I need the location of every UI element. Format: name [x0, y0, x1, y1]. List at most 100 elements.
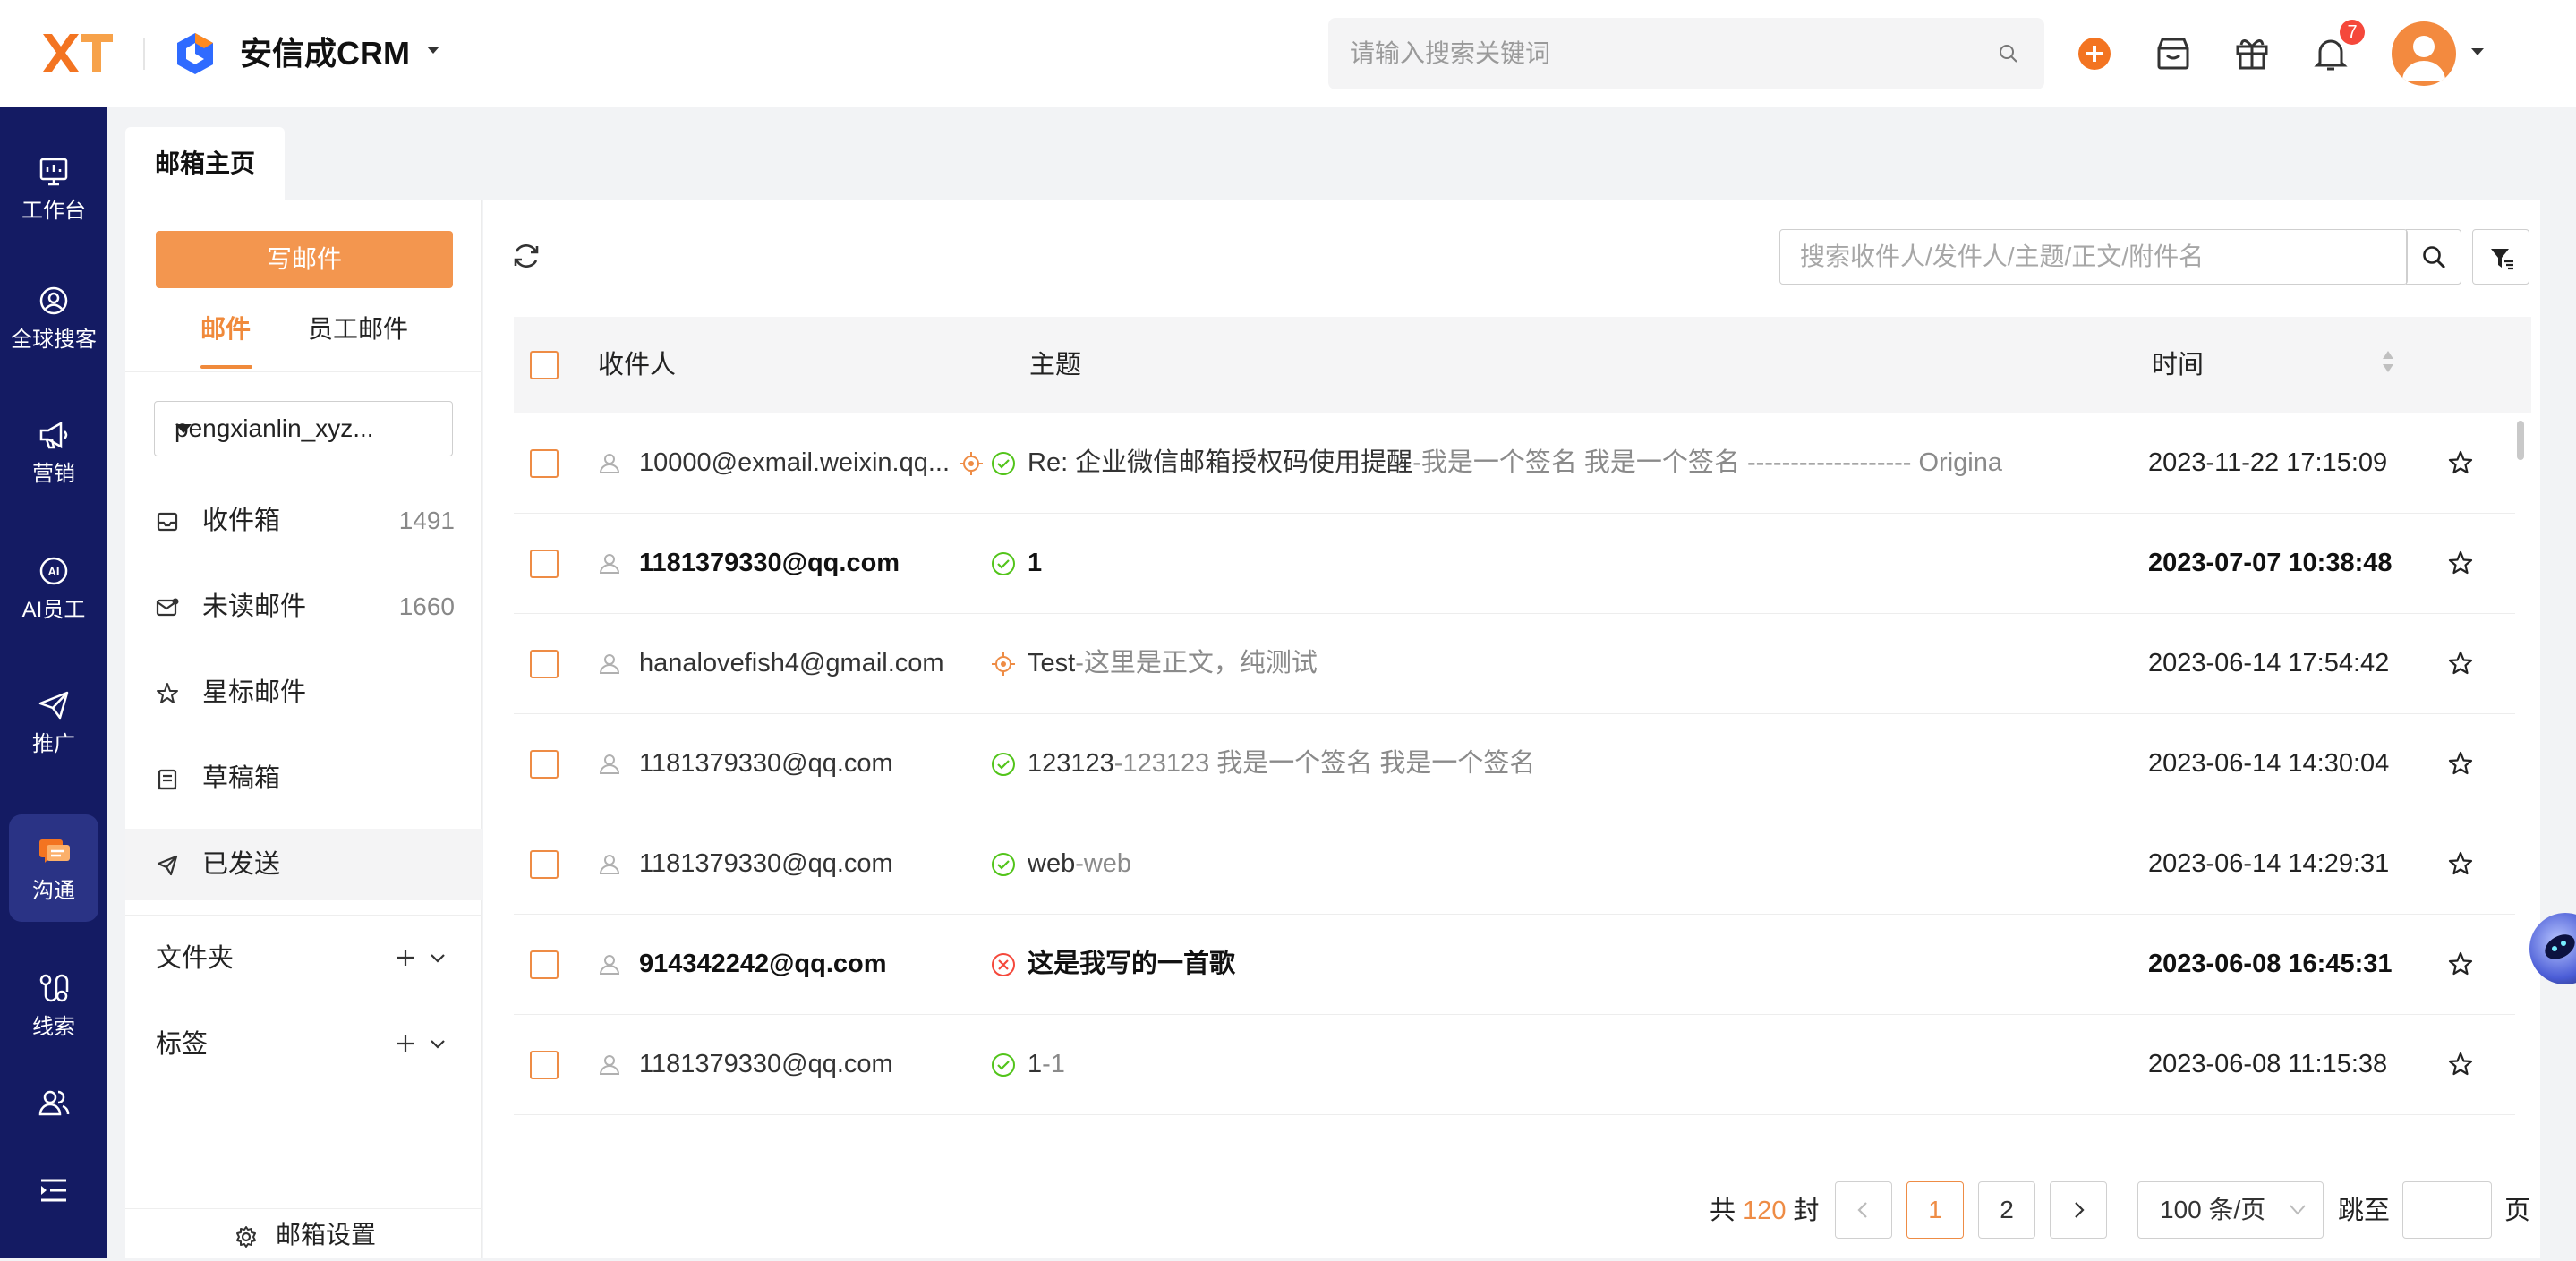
page-button-2[interactable]: 2	[1978, 1181, 2035, 1239]
subject-preview: -我是一个签名 我是一个签名 ------------------- Origi…	[1412, 448, 2002, 477]
mail-search-button[interactable]	[2406, 229, 2461, 285]
subtab-mail[interactable]: 邮件	[200, 311, 251, 347]
nav-item-marketing[interactable]: 营销	[9, 397, 98, 505]
tab-mailbox-home[interactable]: 邮箱主页	[125, 127, 285, 200]
mailbox-settings[interactable]: 邮箱设置	[125, 1208, 482, 1260]
chat-icon	[36, 834, 72, 870]
group-label: 文件夹	[156, 944, 235, 973]
xt-logo[interactable]	[39, 30, 115, 75]
folder-unread[interactable]: 未读邮件 1660	[125, 571, 482, 643]
search-user-icon	[36, 283, 72, 319]
nav-item-team[interactable]	[9, 1065, 98, 1146]
subject-preview: -web	[1075, 849, 1132, 878]
star-icon[interactable]	[2447, 550, 2474, 576]
folder-count: 1491	[398, 507, 455, 534]
refresh-icon[interactable]	[510, 240, 542, 272]
star-icon[interactable]	[2447, 650, 2474, 677]
column-recipient[interactable]: 收件人	[598, 317, 676, 413]
monitor-icon	[36, 154, 72, 190]
column-time[interactable]: 时间	[2152, 317, 2204, 413]
star-icon[interactable]	[2447, 1051, 2474, 1078]
row-subject: web-web	[1028, 814, 2048, 913]
folder-label: 草稿箱	[202, 764, 281, 793]
account-select[interactable]: pengxianlin_xyz...	[154, 401, 453, 456]
mail-search-input[interactable]	[1800, 230, 2373, 284]
settings-label: 邮箱设置	[276, 1221, 377, 1248]
folder-inbox[interactable]: 收件箱 1491	[125, 485, 482, 557]
table-header: 收件人 主题 时间	[514, 317, 2531, 413]
folder-drafts[interactable]: 草稿箱	[125, 743, 482, 814]
star-icon[interactable]	[2447, 950, 2474, 977]
nav-item-global-search[interactable]: 全球搜客	[9, 263, 98, 371]
nav-item-communication[interactable]: 沟通	[9, 814, 98, 922]
table-row[interactable]: 1181379330@qq.com 1 2023-07-07 10:38:48	[514, 514, 2515, 614]
row-time: 2023-06-08 11:15:38	[2148, 1050, 2388, 1078]
folder-label: 星标邮件	[202, 678, 307, 707]
search-icon[interactable]	[1998, 43, 2019, 64]
page-button-1[interactable]: 1	[1906, 1181, 1964, 1239]
sort-icon[interactable]	[2381, 349, 2395, 374]
row-checkbox[interactable]	[530, 850, 559, 879]
send-failed-icon	[990, 951, 1017, 978]
nav-item-promotion[interactable]: 推广	[9, 668, 98, 775]
plus-icon[interactable]	[396, 1034, 415, 1053]
table-row[interactable]: 1181379330@qq.com 1-1 2023-06-08 11:15:3…	[514, 1015, 2515, 1115]
sent-success-icon	[990, 1052, 1017, 1078]
row-checkbox[interactable]	[530, 1051, 559, 1079]
nav-item-collapse[interactable]	[9, 1153, 98, 1233]
sent-icon	[156, 854, 179, 877]
nav-item-leads[interactable]: 线索	[9, 950, 98, 1058]
row-checkbox[interactable]	[530, 550, 559, 578]
chevron-down-icon[interactable]	[2470, 47, 2485, 57]
row-checkbox[interactable]	[530, 750, 559, 779]
scrollbar-thumb[interactable]	[2517, 421, 2524, 460]
group-folders[interactable]: 文件夹	[125, 927, 482, 990]
nav-item-workbench[interactable]: 工作台	[9, 134, 98, 242]
plus-icon[interactable]	[396, 948, 415, 967]
row-subject: Re: 企业微信邮箱授权码使用提醒-我是一个签名 我是一个签名 --------…	[1028, 413, 2048, 512]
nav-label: 营销	[32, 462, 75, 486]
prev-page-button[interactable]	[1835, 1181, 1892, 1239]
table-row[interactable]: 914342242@qq.com 这是我写的一首歌 2023-06-08 16:…	[514, 915, 2515, 1015]
chevron-down-icon[interactable]	[426, 45, 440, 55]
table-row[interactable]: 1181379330@qq.com 123123-123123 我是一个签名 我…	[514, 714, 2515, 814]
column-subject[interactable]: 主题	[1029, 317, 1081, 413]
global-search-input[interactable]	[1350, 18, 1976, 89]
row-checkbox[interactable]	[530, 449, 559, 478]
select-all-checkbox[interactable]	[530, 351, 559, 379]
next-page-button[interactable]	[2050, 1181, 2107, 1239]
jump-suffix: 页	[2504, 1197, 2531, 1225]
star-icon[interactable]	[2447, 449, 2474, 476]
row-checkbox[interactable]	[530, 950, 559, 979]
folder-starred[interactable]: 星标邮件	[125, 657, 482, 728]
star-icon[interactable]	[2447, 750, 2474, 777]
jump-page-input[interactable]	[2402, 1181, 2492, 1239]
nav-label: 沟通	[32, 879, 75, 903]
chevron-down-icon[interactable]	[430, 953, 446, 964]
star-icon[interactable]	[2447, 850, 2474, 877]
compose-button[interactable]: 写邮件	[156, 231, 453, 288]
row-subject: Test-这里是正文，纯测试	[1028, 614, 2048, 712]
main-nav: 工作台 全球搜客 营销 AI AI员工 推广 沟通 线索	[0, 107, 107, 1258]
filter-button[interactable]	[2472, 229, 2529, 285]
page-size-select[interactable]: 100 条/页	[2137, 1181, 2324, 1239]
avatar[interactable]	[2392, 21, 2456, 86]
gift-icon[interactable]	[2232, 34, 2272, 73]
total-count: 120	[1743, 1197, 1787, 1225]
chevron-down-icon[interactable]	[430, 1039, 446, 1050]
table-row[interactable]: hanalovefish4@gmail.com Test-这里是正文，纯测试 2…	[514, 614, 2515, 714]
add-circle-icon[interactable]	[2077, 36, 2112, 72]
nav-item-ai-staff[interactable]: AI AI员工	[9, 533, 98, 641]
subject-text: 这是我写的一首歌	[1028, 950, 1236, 978]
folder-sent[interactable]: 已发送	[125, 829, 482, 900]
table-row[interactable]: 10000@exmail.weixin.qq... Re: 企业微信邮箱授权码使…	[514, 413, 2515, 514]
group-tags[interactable]: 标签	[125, 1013, 482, 1076]
subtab-staff-mail[interactable]: 员工邮件	[308, 311, 408, 347]
store-icon[interactable]	[2154, 34, 2193, 73]
table-row[interactable]: 1181379330@qq.com web-web 2023-06-14 14:…	[514, 814, 2515, 915]
row-recipient: 914342242@qq.com	[639, 950, 887, 978]
row-checkbox[interactable]	[530, 650, 559, 678]
divider	[143, 38, 145, 70]
team-icon	[36, 1085, 72, 1120]
brand-name[interactable]: 安信成CRM	[240, 30, 410, 77]
